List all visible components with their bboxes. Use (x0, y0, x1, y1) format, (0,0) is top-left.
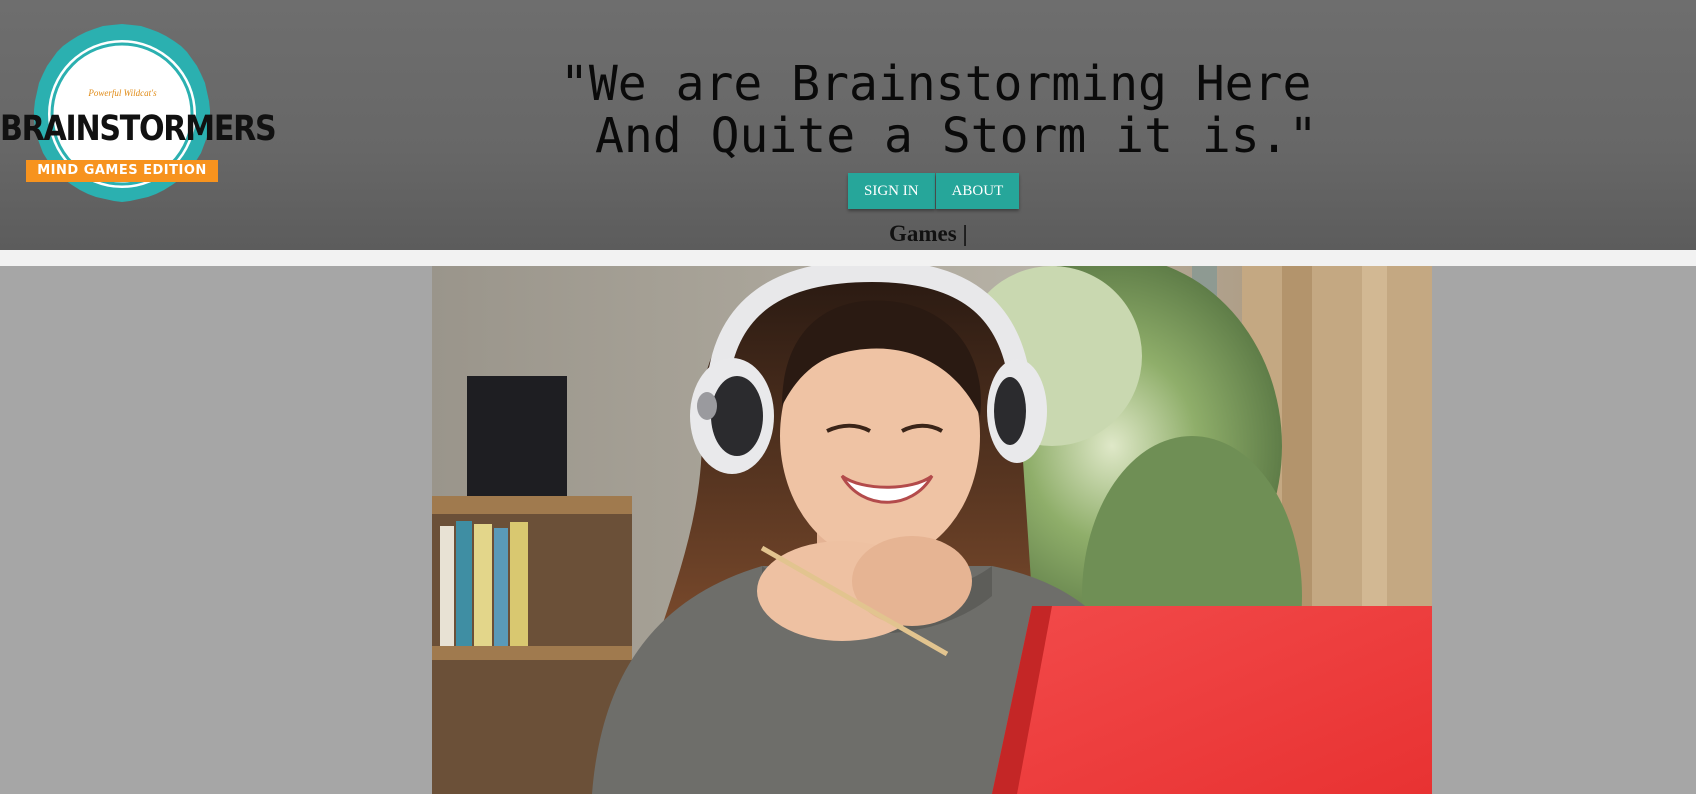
nav-buttons: SIGN IN ABOUT (848, 173, 1020, 209)
brainstormers-logo[interactable]: Powerful Wildcat's BRAINSTORMERS MIND GA… (0, 22, 277, 207)
woman-headphones-laptop-illustration (432, 266, 1432, 794)
hero-image (432, 266, 1432, 794)
quote-line-2: And Quite a Storm it is." (595, 108, 1318, 164)
header: Powerful Wildcat's BRAINSTORMERS MIND GA… (0, 0, 1696, 250)
logo-tagline: Powerful Wildcat's (88, 88, 157, 98)
quote-line-1: "We are Brainstorming Here (560, 56, 1312, 112)
about-button[interactable]: ABOUT (935, 173, 1020, 209)
sign-in-button[interactable]: SIGN IN (848, 173, 935, 209)
logo-wordmark: BRAINSTORMERS (0, 109, 277, 149)
logo-banner: MIND GAMES EDITION (26, 160, 218, 182)
games-link[interactable]: Games | (889, 222, 968, 245)
header-divider (0, 250, 1696, 266)
header-quote: "We are Brainstorming Here And Quite a St… (560, 58, 1420, 162)
